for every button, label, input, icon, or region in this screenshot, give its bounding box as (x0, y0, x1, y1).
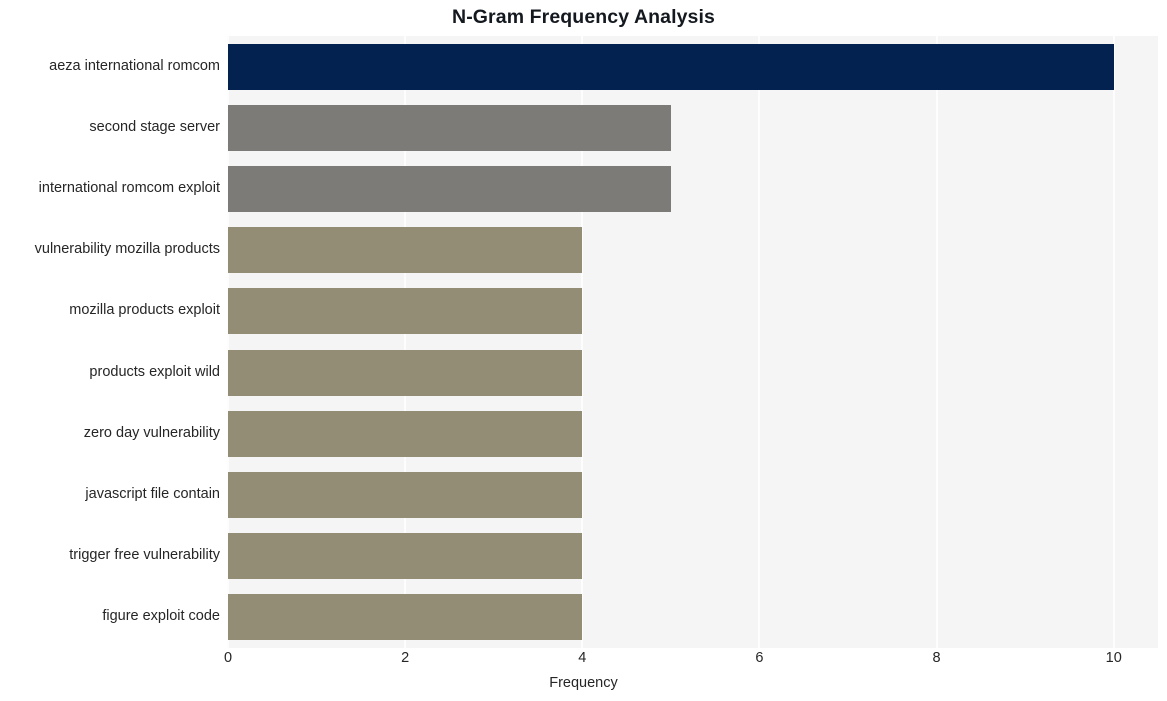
x-axis-tick-label: 6 (755, 650, 764, 666)
y-axis-tick-label: vulnerability mozilla products (34, 241, 220, 258)
y-axis-tick-label: mozilla products exploit (69, 302, 220, 319)
y-axis-tick-label: trigger free vulnerability (69, 547, 220, 564)
bar (228, 410, 583, 457)
x-axis-tick-label: 10 (1105, 650, 1122, 666)
y-axis-tick-label: zero day vulnerability (83, 424, 220, 441)
y-axis-tick-label: javascript file contain (85, 486, 220, 502)
chart-figure: N-Gram Frequency Analysis aeza internati… (0, 0, 1167, 701)
x-axis-title: Frequency (549, 675, 618, 691)
bar (228, 166, 671, 212)
chart-title: N-Gram Frequency Analysis (452, 6, 715, 28)
bar (228, 349, 583, 396)
y-axis-labels: aeza international romcom second stage se… (0, 36, 220, 648)
y-axis-tick-label: second stage server (89, 118, 220, 135)
bar (228, 533, 583, 580)
bar (228, 104, 671, 151)
x-axis-tick-label: 4 (578, 650, 587, 666)
y-axis-tick-label: products exploit wild (89, 363, 220, 380)
x-axis-tick-label: 2 (401, 650, 410, 666)
y-axis-tick-label: aeza international romcom (49, 57, 220, 74)
bar (228, 472, 583, 518)
bar (228, 288, 583, 335)
x-axis-tick-label: 8 (932, 650, 941, 666)
bar (228, 227, 583, 274)
y-axis-tick-label: international romcom exploit (38, 180, 220, 196)
plot-area (227, 36, 1158, 648)
x-axis-ticks: 0 2 4 6 8 10 (224, 650, 1158, 674)
bars-container (228, 36, 1158, 648)
bar (228, 43, 1114, 90)
y-axis-tick-label: figure exploit code (102, 608, 220, 625)
bar (228, 594, 583, 641)
x-axis-tick-label: 0 (223, 650, 233, 666)
